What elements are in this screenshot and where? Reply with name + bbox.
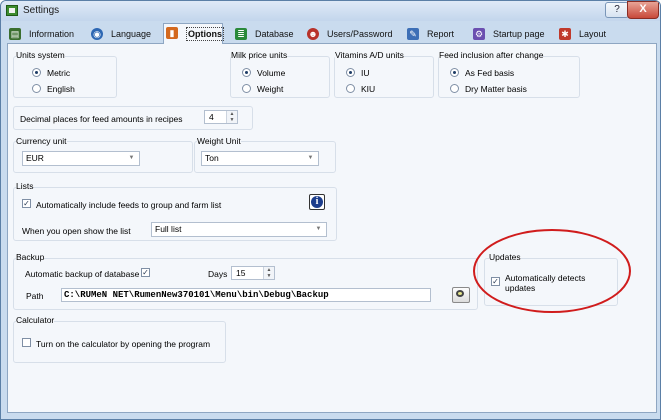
stepper-arrows-icon[interactable]: ▲ ▼ [226,111,237,123]
currency-label: Currency unit [16,136,67,146]
open-show-value: Full list [155,224,182,234]
auto-include-checkbox[interactable]: ✓ [22,199,31,208]
calculator-checkbox[interactable] [22,338,31,347]
annotation-ellipse [473,229,631,313]
metric-label: Metric [47,68,71,78]
kiu-label: KIU [361,84,376,94]
globe-icon: ◉ [91,28,103,40]
volume-radio[interactable] [242,68,251,77]
days-stepper[interactable]: 15 ▲ ▼ [231,266,275,280]
tab-users-password[interactable]: ☻ Users/Password [305,25,393,43]
tab-options[interactable]: ▮ Options [163,23,224,44]
path-label: Path [26,291,44,301]
days-value: 15 [236,268,246,278]
days-label: Days [208,269,228,279]
browse-folder-button[interactable] [452,287,470,303]
tab-label: Information [29,29,75,39]
weight-unit-value: Ton [205,153,219,163]
info-page-icon: ▤ [9,28,21,40]
users-icon: ☻ [307,28,319,40]
dry-matter-radio[interactable] [450,84,459,93]
volume-label: Volume [257,68,286,78]
database-icon: ≣ [235,28,247,40]
auto-backup-label: Automatic backup of database [25,269,140,279]
milk-price-label: Milk price units [231,50,288,60]
tab-strip: ▤ Information ◉ Language ▮ Options ≣ Dat… [7,23,657,44]
weight-radio[interactable] [242,84,251,93]
options-icon: ▮ [166,27,178,39]
backup-label: Backup [16,252,45,262]
weight-label: Weight [257,84,284,94]
iu-label: IU [361,68,370,78]
decimal-places-label: Decimal places for feed amounts in recip… [20,114,183,124]
units-system-label: Units system [16,50,65,60]
decimal-places-value: 4 [209,112,214,122]
tab-layout[interactable]: ✱ Layout [557,25,619,43]
feed-inclusion-label: Feed inclusion after change [439,50,544,60]
tab-database[interactable]: ≣ Database [233,25,295,43]
tab-information[interactable]: ▤ Information [7,25,81,43]
info-button[interactable]: i [309,194,325,210]
vitamins-label: Vitamins A/D units [335,50,404,60]
tab-report[interactable]: ✎ Report [405,25,459,43]
currency-select[interactable]: EUR ▼ [22,151,140,166]
options-panel: Units system Metric English Milk price u… [7,43,657,413]
close-button[interactable]: X [627,1,659,19]
dry-matter-label: Dry Matter basis [465,84,527,94]
tab-startup-page[interactable]: ⚙ Startup page [471,25,549,43]
tab-label: Database [255,29,294,39]
startup-icon: ⚙ [473,28,485,40]
iu-radio[interactable] [346,68,355,77]
tab-label: Startup page [493,29,545,39]
tab-label: Language [111,29,152,39]
backup-path-input[interactable]: C:\RUMeN NET\RumenNew370101\Menu\bin\Deb… [61,288,431,302]
auto-backup-checkbox[interactable]: ✓ [141,268,150,277]
weight-unit-label: Weight Unit [197,136,241,146]
chevron-down-icon: ▼ [307,155,314,161]
open-show-label: When you open show the list [22,226,131,236]
tab-label: Users/Password [327,29,393,39]
tab-language[interactable]: ◉ Language [89,25,157,43]
info-icon: i [311,196,323,208]
tab-label: Options [186,27,224,41]
open-show-select[interactable]: Full list ▼ [151,222,327,237]
tab-label: Layout [579,29,607,39]
tab-label: Report [427,29,455,39]
lists-label: Lists [16,181,34,191]
magnifier-icon [456,290,464,297]
window-title: Settings [23,5,60,16]
app-icon [6,5,18,16]
as-fed-label: As Fed basis [465,68,515,78]
chevron-down-icon: ▼ [128,155,135,161]
decimal-places-stepper[interactable]: 4 ▲ ▼ [204,110,238,124]
english-radio[interactable] [32,84,41,93]
metric-radio[interactable] [32,68,41,77]
auto-include-label: Automatically include feeds to group and… [36,200,222,210]
english-label: English [47,84,75,94]
report-icon: ✎ [407,28,419,40]
help-button[interactable]: ? [605,2,629,18]
kiu-radio[interactable] [346,84,355,93]
calculator-option-label: Turn on the calculator by opening the pr… [36,339,211,349]
weight-unit-select[interactable]: Ton ▼ [201,151,319,166]
settings-window: Settings ? X ▤ Information ◉ Language ▮ … [0,0,661,420]
currency-value: EUR [26,153,44,163]
calculator-label: Calculator [16,315,55,325]
layout-icon: ✱ [559,28,571,40]
chevron-down-icon: ▼ [315,226,322,232]
stepper-arrows-icon[interactable]: ▲ ▼ [263,267,274,279]
as-fed-radio[interactable] [450,68,459,77]
title-bar[interactable]: Settings ? X [1,1,660,21]
